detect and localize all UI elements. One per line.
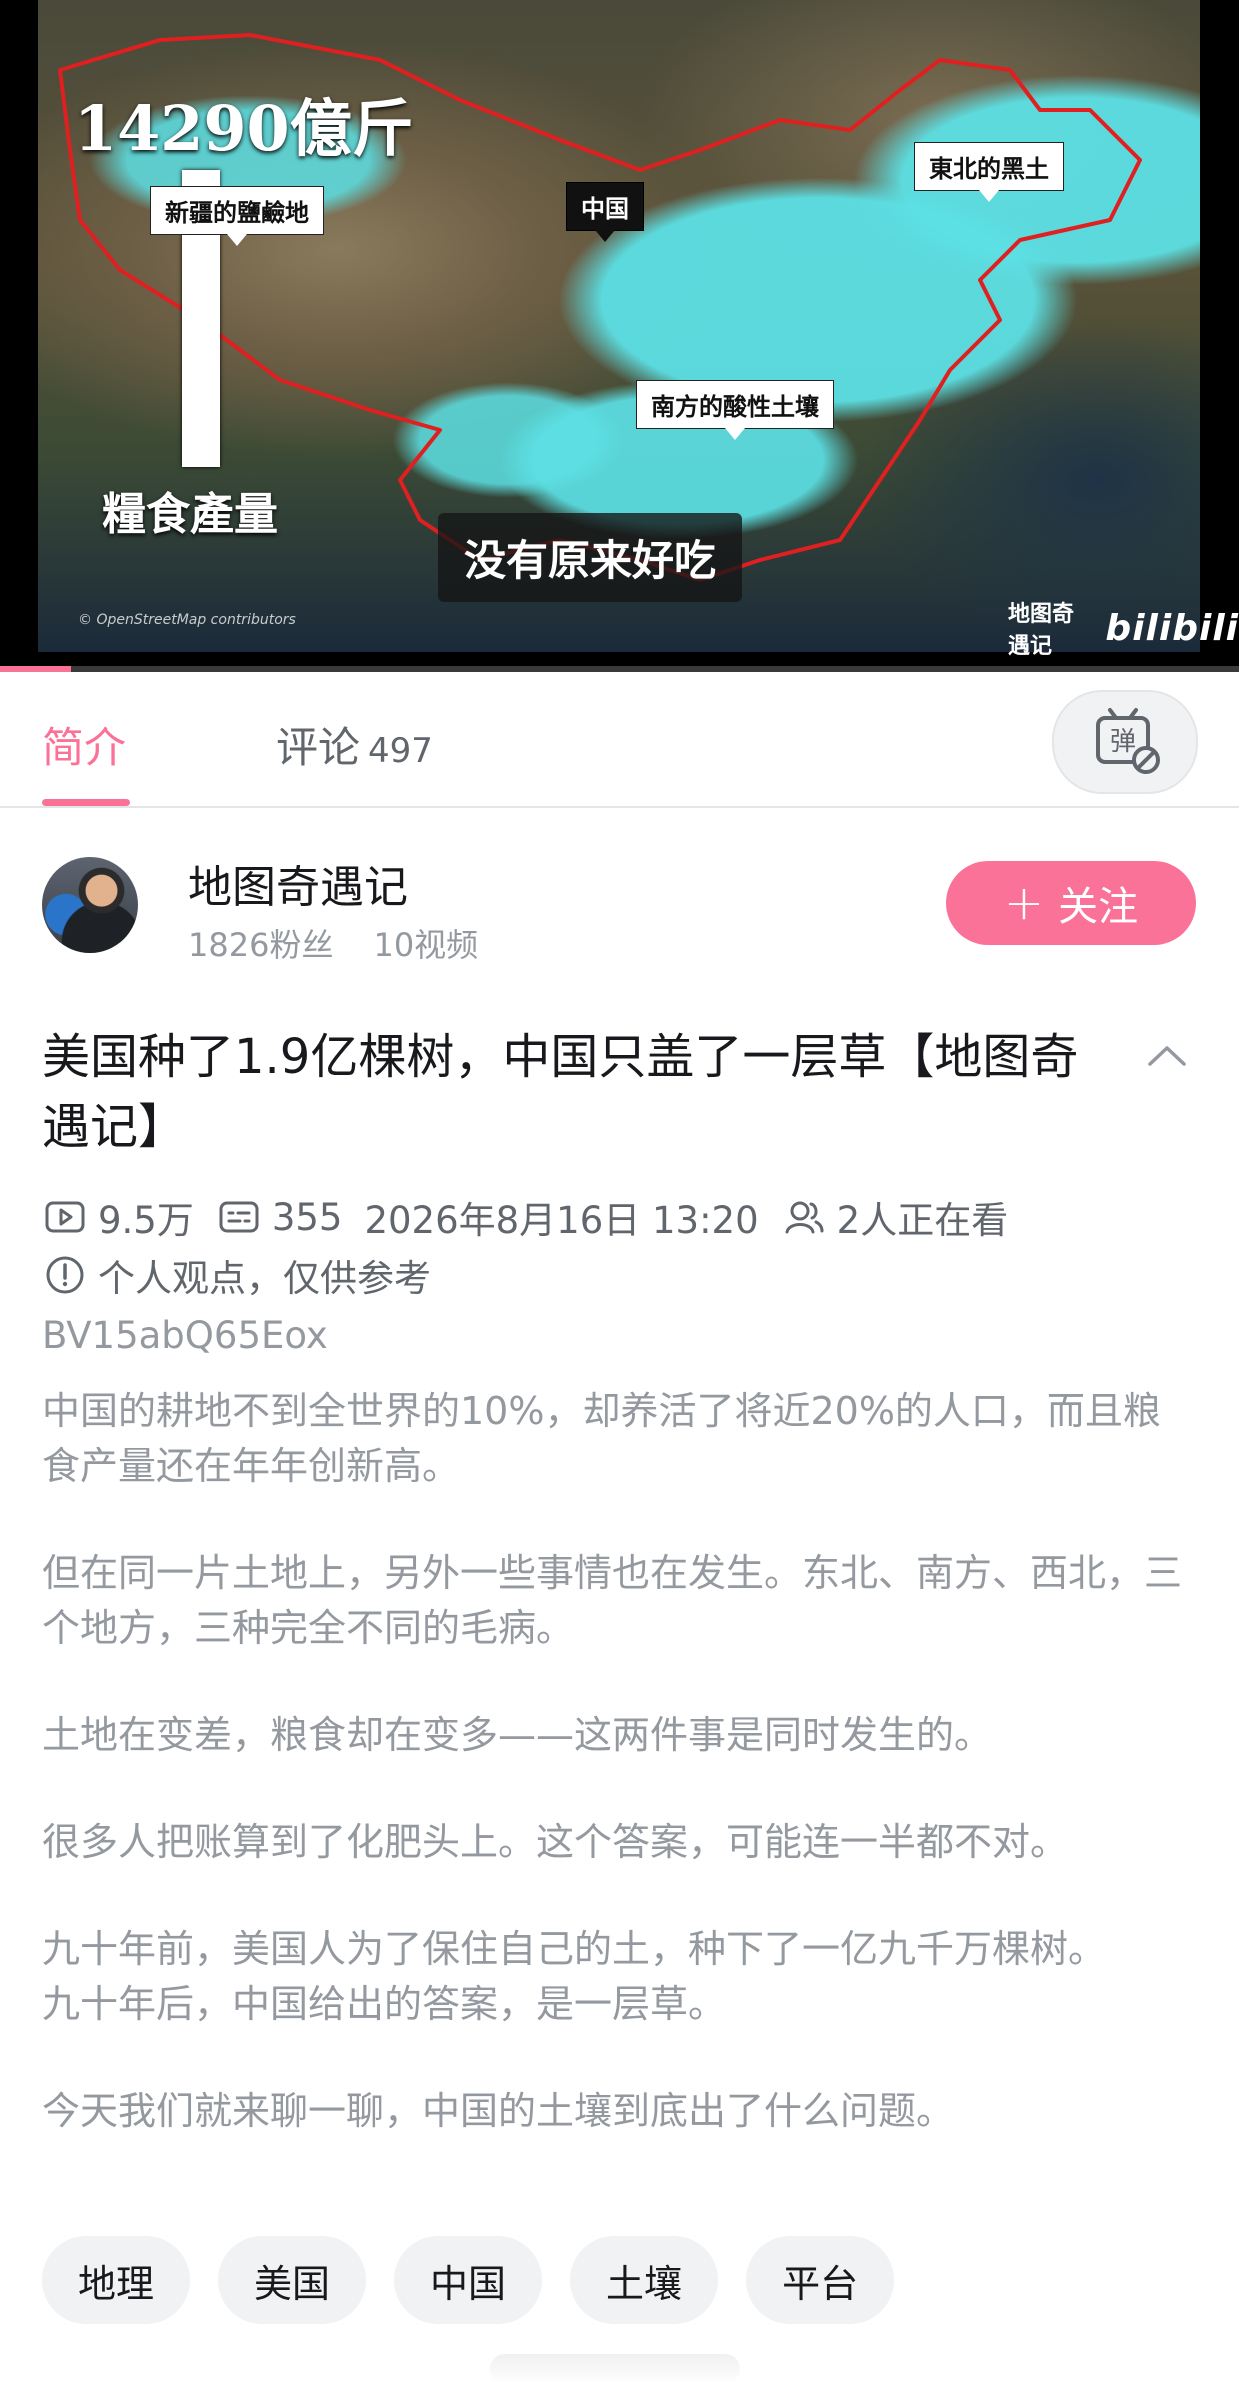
notice-row: 个人观点，仅供参考: [42, 1248, 431, 1302]
tab-active-indicator: [42, 799, 130, 806]
tag-chip[interactable]: 中国: [394, 2236, 543, 2324]
description-paragraph: 九十年前，美国人为了保住自己的土，种下了一亿九千万棵树。 九十年后，中国给出的答…: [42, 1927, 1107, 2026]
video-player[interactable]: 14290億斤 糧食產量 新疆的鹽鹼地 中国 東北的黑土 南方的酸性土壤 没有原…: [0, 0, 1239, 672]
watching-count: 2人正在看: [836, 1199, 1009, 1242]
grain-output-label: 糧食產量: [102, 489, 278, 540]
viewers-icon: [785, 1201, 824, 1234]
uploader-fans: 1826粉丝: [188, 926, 334, 964]
bilibili-logo: bilibili: [1105, 607, 1239, 649]
danmaku-count-icon: [219, 1201, 259, 1233]
video-watermark: 地图奇遇记 bilibili: [1008, 596, 1239, 660]
plus-icon: +: [1003, 875, 1045, 931]
map-tag-northwest: 新疆的鹽鹼地: [150, 186, 324, 246]
map-tag-northeast: 東北的黑土: [914, 142, 1064, 202]
tab-intro-label: 简介: [42, 723, 127, 772]
uploader-avatar[interactable]: [42, 857, 138, 953]
notice-text: 个人观点，仅供参考: [98, 1257, 431, 1300]
map-tag-china: 中国: [566, 182, 644, 242]
comments-count: 497: [368, 731, 433, 771]
danmaku-count: 355: [271, 1195, 343, 1239]
description-paragraph: 但在同一片土地上，另外一些事情也在发生。东北、南方、西北，三个地方，三种完全不同…: [42, 1551, 1183, 1650]
description-paragraph: 很多人把账算到了化肥头上。这个答案，可能连一半都不对。: [42, 1820, 1069, 1864]
watermark-channel: 地图奇遇记: [1008, 602, 1075, 659]
view-count: 9.5万: [98, 1199, 194, 1242]
video-subtitle: 没有原来好吃: [438, 513, 743, 602]
tag-chip[interactable]: 土壤: [570, 2236, 719, 2324]
grain-output-number: 14290億斤: [74, 92, 414, 165]
video-description: 中国的耕地不到全世界的10%，却养活了将近20%的人口，而且粮食产量还在年年创新…: [42, 1384, 1192, 2191]
description-paragraph: 今天我们就来聊一聊，中国的土壤到底出了什么问题。: [42, 2089, 955, 2133]
video-title: 美国种了1.9亿棵树，中国只盖了一层草【地图奇遇记】: [42, 1029, 1079, 1155]
map-tag-china-text: 中国: [581, 194, 629, 223]
tag-list: 地理 美国 中国 土壤 平台: [42, 2236, 895, 2324]
follow-label: 关注: [1058, 884, 1139, 930]
map-tag-northeast-text: 東北的黑土: [929, 154, 1049, 183]
danmaku-toggle-button[interactable]: 弹: [1052, 690, 1198, 794]
map-tag-south: 南方的酸性土壤: [636, 380, 834, 440]
tag-chip[interactable]: 美国: [218, 2236, 367, 2324]
chevron-up-icon[interactable]: [1146, 1034, 1188, 1076]
description-paragraph: 中国的耕地不到全世界的10%，却养活了将近20%的人口，而且粮食产量还在年年创新…: [42, 1389, 1161, 1488]
tab-comments[interactable]: 评论 497: [276, 714, 433, 775]
svg-text:弹: 弹: [1110, 727, 1136, 757]
tag-chip[interactable]: 平台: [746, 2236, 895, 2324]
map-credit: © OpenStreetMap contributors: [78, 612, 296, 628]
tag-chip[interactable]: 地理: [42, 2236, 191, 2324]
danmaku-off-icon: 弹: [1096, 708, 1160, 774]
publish-date: 2026年8月16日 13:20: [364, 1199, 759, 1242]
tab-comments-label: 评论: [276, 723, 361, 772]
tab-intro[interactable]: 简介: [42, 714, 126, 775]
scroll-fade: [490, 2354, 740, 2384]
play-count-icon: [45, 1201, 85, 1233]
map-tag-northwest-text: 新疆的鹽鹼地: [165, 198, 309, 227]
uploader-videos: 10视频: [373, 926, 479, 964]
follow-button[interactable]: + 关注: [946, 861, 1196, 945]
warning-icon: [46, 1256, 84, 1294]
map-tag-south-text: 南方的酸性土壤: [651, 392, 819, 421]
description-paragraph: 土地在变差，粮食却在变多——这两件事是同时发生的。: [42, 1713, 993, 1757]
uploader-name[interactable]: 地图奇遇记: [188, 851, 408, 915]
video-meta: 9.5万 355 2026年8月16日 13:20 2人正在看: [42, 1190, 1008, 1244]
bvid[interactable]: BV15abQ65Eox: [42, 1314, 328, 1357]
uploader-stats: 1826粉丝 10视频: [188, 920, 518, 966]
